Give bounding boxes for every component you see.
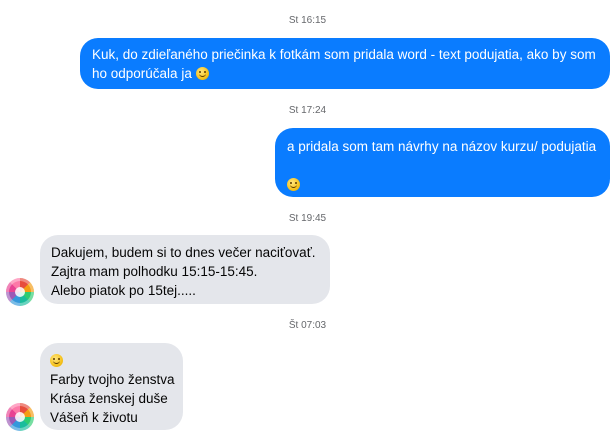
message-text: a pridala som tam návrhy na názov kurzu/… — [287, 139, 597, 154]
message-text: Vášeň k životu — [50, 410, 138, 425]
avatar-icon[interactable] — [6, 278, 34, 306]
message-text: Farby tvojho ženstva — [50, 372, 175, 387]
message-text: Zajtra mam polhodku 15:15-15:45. — [51, 264, 258, 279]
avatar-icon[interactable] — [6, 403, 34, 431]
message-text: Kuk, do zdieľaného priečinka k fotkám so… — [92, 47, 596, 62]
timestamp: Št 07:03 — [288, 320, 327, 331]
incoming-message[interactable]: Farby tvojho ženstva Krása ženskej duše … — [40, 343, 183, 430]
message-text: Dakujem, budem si to dnes večer naciťova… — [51, 245, 316, 260]
slightly-smiling-face-icon — [50, 354, 63, 367]
slightly-smiling-face-icon — [195, 67, 209, 80]
slightly-smiling-face-icon — [287, 178, 300, 191]
message-text: ho odporúčala ja — [92, 66, 192, 81]
message-text: Alebo piatok po 15tej..... — [51, 283, 196, 298]
outgoing-message[interactable]: a pridala som tam návrhy na názov kurzu/… — [275, 128, 610, 197]
incoming-message[interactable]: Dakujem, budem si to dnes večer naciťova… — [40, 235, 330, 304]
timestamp: St 17:24 — [288, 105, 327, 116]
outgoing-message[interactable]: Kuk, do zdieľaného priečinka k fotkám so… — [80, 38, 610, 89]
timestamp: St 19:45 — [288, 213, 327, 224]
timestamp: St 16:15 — [288, 15, 327, 26]
message-text: Krása ženskej duše — [50, 391, 168, 406]
